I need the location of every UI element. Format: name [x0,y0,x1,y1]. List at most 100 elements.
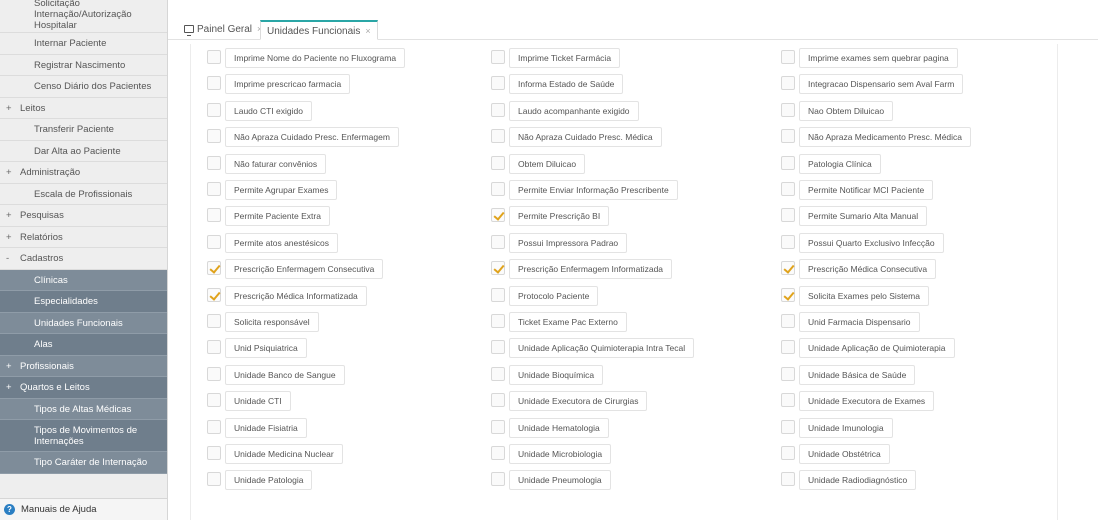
sidebar-items: Internar Paciente Registrar Nascimento Cen… [0,33,167,270]
sidebar-subitem-profissionais[interactable]: + Profissionais [0,355,167,377]
checkbox[interactable] [207,261,221,276]
checkbox[interactable] [491,314,505,328]
tab-painel-geral[interactable]: Painel Geral× [178,20,268,40]
sidebar-subitem-alas[interactable]: Alas [0,334,167,356]
sidebar-item-registrar-nascimento[interactable]: Registrar Nascimento [0,55,167,76]
checkbox[interactable] [491,102,505,117]
option-label: Imprime exames sem quebrar pagina [799,48,958,68]
expand-icon: - [6,253,10,264]
checkbox[interactable] [491,208,505,223]
checkbox[interactable] [781,76,795,91]
checkbox[interactable] [207,234,221,249]
option-label: Permite Agrupar Exames [225,180,338,200]
tab-label: Painel Geral [197,24,253,35]
option-label: Permite atos anestésicos [225,232,338,253]
checkbox[interactable] [491,340,505,355]
help-manuals-link[interactable]: ? Manuais de Ajuda [0,498,167,520]
checkbox[interactable] [207,129,221,144]
close-icon[interactable]: × [365,26,370,36]
option-label: Solicita responsável [225,312,319,332]
sidebar-subitem-tipo-carater-de-internacao[interactable]: Tipo Caráter de Internação [0,452,167,474]
sidebar-cadastros-submenu: Clínicas Especialidades Unidades Funcionai… [0,269,167,474]
checkbox[interactable] [207,314,221,328]
sidebar-item-transferir-paciente[interactable]: Transferir Paciente [0,119,167,141]
checkbox[interactable] [491,50,505,64]
option-label: Unidade Aplicação de Quimioterapia [799,338,955,359]
sidebar-item-label: Registrar Nascimento [34,59,126,71]
tab-unidades-funcionais[interactable]: Unidades Funcionais × [260,20,378,40]
checkbox[interactable] [491,287,505,302]
checkbox[interactable] [491,419,505,434]
checkbox[interactable] [207,419,221,434]
checkbox[interactable] [491,234,505,249]
checkbox[interactable] [781,393,795,408]
tab-label: Unidades Funcionais [267,26,361,37]
checkbox[interactable] [207,287,221,302]
sidebar-item-solicitacao-internacao[interactable]: Solicitação Internação/Autorização Hospi… [0,0,167,33]
checkbox[interactable] [491,76,505,91]
checkbox[interactable] [781,102,795,117]
checkbox[interactable] [781,419,795,434]
sidebar-item-escala-de-profissionais[interactable]: Escala de Profissionais [0,184,167,205]
checkbox[interactable] [491,155,505,170]
tab-bar: Painel Geral× Unidades Funcionais × [168,0,1098,40]
sidebar-item-relatorios[interactable]: + Relatórios [0,227,167,248]
sidebar-subitem-clinicas[interactable]: Clínicas [0,269,167,291]
expand-icon: + [6,210,12,221]
sidebar-item-pesquisas[interactable]: + Pesquisas [0,205,167,227]
checkbox[interactable] [781,155,795,170]
checkbox[interactable] [207,76,221,91]
option-label: Solicita Exames pelo Sistema [799,285,929,306]
sidebar-item-internar-paciente[interactable]: Internar Paciente [0,33,167,55]
checkbox[interactable] [781,366,795,381]
checkbox[interactable] [781,234,795,249]
checkbox[interactable] [781,208,795,223]
sidebar-subitem-especialidades[interactable]: Especialidades [0,291,167,313]
sidebar-subitem-unidades-funcionais[interactable]: Unidades Funcionais [0,312,167,334]
sidebar-subitem-tipos-de-movimentos-de-internacoes[interactable]: Tipos de Movimentos de Internações [0,420,167,452]
sidebar-item-cadastros[interactable]: - Cadastros [0,248,167,270]
checkbox[interactable] [207,155,221,170]
option-label: Permite Sumario Alta Manual [799,206,928,227]
checkbox[interactable] [781,287,795,302]
checkbox[interactable] [207,50,221,64]
sidebar-item-leitos[interactable]: + Leitos [0,98,167,119]
checkbox[interactable] [781,182,795,196]
checkbox[interactable] [781,314,795,328]
checkbox[interactable] [491,182,505,196]
checkbox[interactable] [207,366,221,381]
checkbox[interactable] [207,446,221,460]
checkbox[interactable] [781,261,795,276]
checkbox[interactable] [491,393,505,408]
sidebar-item-dar-alta-ao-paciente[interactable]: Dar Alta ao Paciente [0,141,167,162]
option-label: Nao Obtem Diluicao [799,100,894,121]
checkbox[interactable] [207,393,221,408]
checkbox[interactable] [781,50,795,64]
checkbox[interactable] [207,340,221,355]
checkbox[interactable] [491,446,505,460]
checkbox[interactable] [491,472,505,487]
option-label: Imprime Ticket Farmácia [509,48,621,68]
option-label: Patologia Clínica [799,153,881,174]
sidebar-item-censo-diario-dos-pacientes[interactable]: Censo Diário dos Pacientes [0,76,167,98]
checkbox[interactable] [781,340,795,355]
checkbox[interactable] [491,129,505,144]
option-label: Obtem Diluicao [509,153,586,174]
sidebar-subitem-quartos-e-leitos[interactable]: + Quartos e Leitos [0,377,167,399]
sidebar-item-administracao[interactable]: + Administração [0,162,167,184]
sidebar-item-label: Escala de Profissionais [34,188,133,200]
checkbox[interactable] [207,208,221,223]
checkbox[interactable] [781,129,795,144]
option-label: Unid Farmacia Dispensario [799,312,920,332]
checkbox[interactable] [491,366,505,381]
checkbox[interactable] [781,446,795,460]
sidebar-subitem-tipos-de-altas-medicas[interactable]: Tipos de Altas Médicas [0,398,167,420]
sidebar-subitem-label: Unidades Funcionais [34,317,123,329]
option-label: Protocolo Paciente [509,285,599,306]
option-label: Unidade Patologia [225,470,313,491]
checkbox[interactable] [207,102,221,117]
checkbox[interactable] [207,182,221,196]
checkbox[interactable] [781,472,795,487]
checkbox[interactable] [491,261,505,276]
checkbox[interactable] [207,472,221,487]
